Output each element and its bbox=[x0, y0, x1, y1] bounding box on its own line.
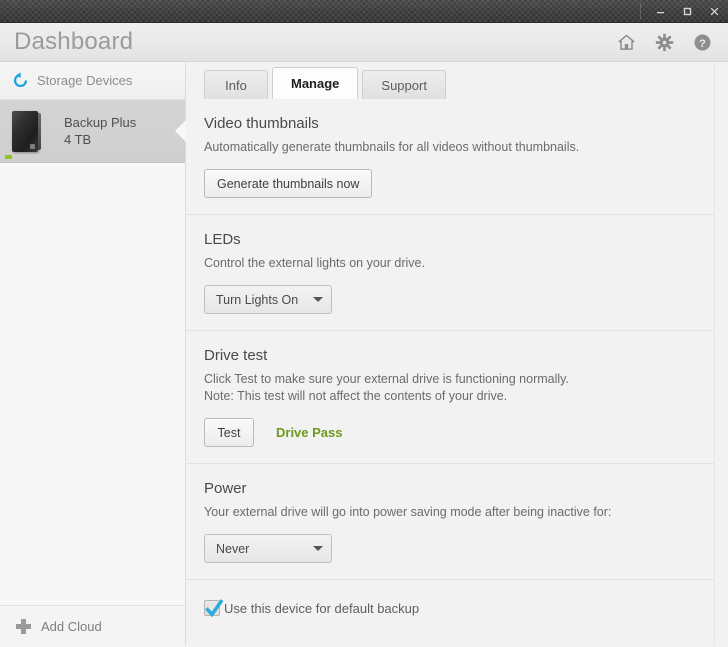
drive-test-status-badge: Drive Pass bbox=[276, 425, 343, 440]
drive-test-description-line1: Click Test to make sure your external dr… bbox=[204, 372, 569, 386]
section-drive-test: Drive test Click Test to make sure your … bbox=[186, 331, 714, 464]
sidebar-section-label: Storage Devices bbox=[37, 73, 133, 88]
sidebar-item-backup-plus[interactable]: Backup Plus 4 TB bbox=[0, 100, 185, 163]
sidebar: Storage Devices Backup Plus 4 TB Add Clo… bbox=[0, 62, 186, 646]
close-button[interactable] bbox=[701, 0, 728, 23]
tab-manage-label: Manage bbox=[291, 76, 340, 91]
header-icon-group: ? bbox=[617, 33, 712, 52]
close-icon bbox=[710, 7, 719, 16]
tab-info[interactable]: Info bbox=[204, 70, 268, 99]
plus-icon bbox=[16, 618, 31, 634]
tab-info-label: Info bbox=[225, 77, 247, 93]
app-header: Dashboard ? bbox=[0, 23, 728, 62]
drive-test-title: Drive test bbox=[204, 347, 268, 364]
power-description: Your external drive will go into power s… bbox=[204, 505, 612, 519]
tab-bar: Info Manage Support bbox=[186, 62, 728, 99]
settings-gear-icon[interactable] bbox=[655, 33, 674, 52]
power-timeout-value: Never bbox=[216, 541, 250, 556]
generate-thumbnails-button[interactable]: Generate thumbnails now bbox=[204, 169, 373, 198]
leds-dropdown-value: Turn Lights On bbox=[216, 292, 299, 307]
drive-test-row: Test Drive Pass bbox=[204, 405, 692, 447]
drive-test-description-line2: Note: This test will not affect the cont… bbox=[204, 389, 508, 403]
add-cloud-label: Add Cloud bbox=[41, 618, 102, 634]
help-icon[interactable]: ? bbox=[693, 33, 712, 52]
refresh-icon bbox=[13, 72, 28, 88]
video-thumbnails-title: Video thumbnails bbox=[204, 115, 319, 132]
maximize-icon bbox=[683, 7, 692, 16]
leds-title: LEDs bbox=[204, 231, 241, 248]
external-drive-icon bbox=[12, 110, 41, 152]
dashboard-window: Dashboard ? Storage Devices Backup Plus … bbox=[0, 0, 728, 647]
tab-support[interactable]: Support bbox=[362, 70, 446, 99]
tab-content-manage: Video thumbnails Automatically generate … bbox=[186, 99, 728, 618]
video-thumbnails-description: Automatically generate thumbnails for al… bbox=[204, 140, 580, 154]
sidebar-section-storage-devices[interactable]: Storage Devices bbox=[0, 62, 185, 100]
leds-description: Control the external lights on your driv… bbox=[204, 256, 425, 270]
device-led-indicator bbox=[5, 155, 12, 159]
default-backup-label: Use this device for default backup bbox=[224, 600, 420, 616]
drive-test-button[interactable]: Test bbox=[204, 418, 254, 447]
section-video-thumbnails: Video thumbnails Automatically generate … bbox=[186, 99, 714, 215]
title-bar bbox=[0, 0, 728, 23]
help-icon-glyph: ? bbox=[694, 34, 711, 50]
power-timeout-dropdown[interactable]: Never bbox=[204, 534, 332, 563]
leds-dropdown[interactable]: Turn Lights On bbox=[204, 285, 332, 314]
section-power: Power Your external drive will go into p… bbox=[186, 464, 714, 580]
page-title: Dashboard bbox=[14, 28, 134, 55]
device-text-block: Backup Plus 4 TB bbox=[64, 114, 136, 148]
minimize-button[interactable] bbox=[647, 0, 674, 23]
tab-support-label: Support bbox=[381, 77, 427, 93]
checkmark-icon bbox=[205, 599, 224, 618]
drive-edge bbox=[38, 112, 41, 150]
window-body: Storage Devices Backup Plus 4 TB Add Clo… bbox=[0, 62, 728, 646]
device-name: Backup Plus bbox=[64, 115, 137, 130]
sidebar-empty-area bbox=[0, 163, 185, 605]
minimize-icon bbox=[657, 12, 664, 14]
section-leds: LEDs Control the external lights on your… bbox=[186, 215, 714, 331]
home-icon[interactable] bbox=[617, 33, 636, 52]
drive-logo bbox=[30, 143, 35, 149]
main-panel: Info Manage Support Video thumbnails Aut… bbox=[186, 62, 728, 646]
gear-icon-glyph bbox=[655, 33, 674, 51]
titlebar-separator bbox=[640, 3, 641, 20]
device-capacity: 4 TB bbox=[64, 132, 92, 147]
chevron-down-icon bbox=[313, 297, 323, 302]
default-backup-checkbox[interactable] bbox=[204, 599, 224, 618]
default-backup-row[interactable]: Use this device for default backup bbox=[186, 580, 728, 618]
power-title: Power bbox=[204, 480, 247, 497]
add-cloud-button[interactable]: Add Cloud bbox=[0, 605, 185, 646]
tab-manage[interactable]: Manage bbox=[272, 67, 359, 99]
maximize-button[interactable] bbox=[674, 0, 701, 23]
svg-text:?: ? bbox=[699, 37, 706, 49]
chevron-down-icon bbox=[313, 546, 323, 551]
home-icon-glyph bbox=[618, 34, 635, 50]
